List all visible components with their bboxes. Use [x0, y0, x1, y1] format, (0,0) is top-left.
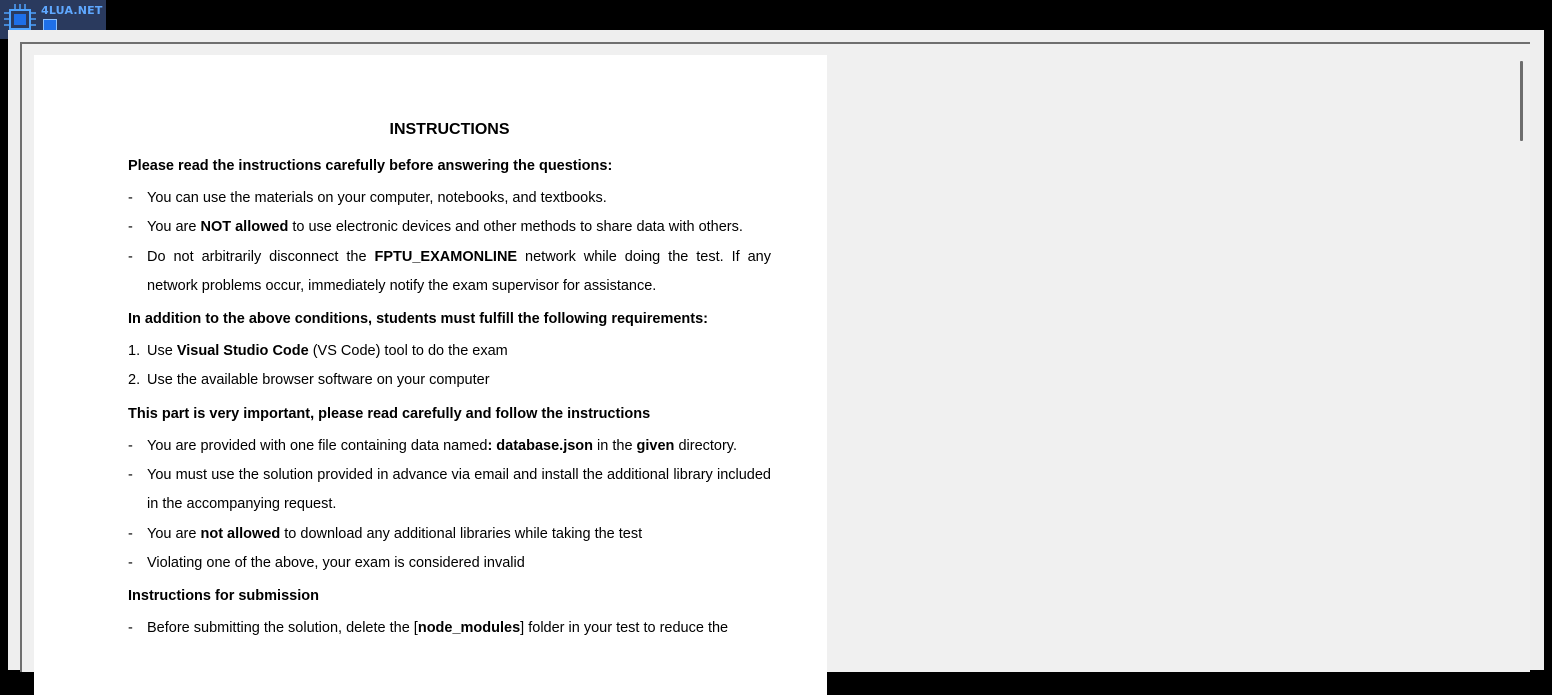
- page-title: INSTRUCTIONS: [389, 121, 510, 138]
- rules-list: - You can use the materials on your comp…: [128, 184, 771, 301]
- important-heading: This part is very important, please read…: [128, 405, 651, 422]
- list-item: - You can use the materials on your comp…: [128, 184, 771, 213]
- document-page: INSTRUCTIONS Please read the instruction…: [34, 55, 827, 695]
- list-marker: -: [128, 620, 133, 637]
- requirements-list: 1. Use Visual Studio Code (VS Code) tool…: [128, 337, 771, 396]
- list-item: - You are provided with one file contain…: [128, 432, 771, 461]
- list-item: - Before submitting the solution, delete…: [128, 614, 771, 643]
- vertical-scrollbar[interactable]: [1516, 48, 1530, 668]
- submission-heading: Instructions for submission: [128, 588, 319, 605]
- list-marker: -: [128, 554, 133, 571]
- intro-heading: Please read the instructions carefully b…: [128, 158, 613, 174]
- submission-list: - Before submitting the solution, delete…: [128, 614, 771, 643]
- list-marker: 1.: [128, 343, 141, 360]
- list-item: - Violating one of the above, your exam …: [128, 549, 771, 578]
- list-marker: -: [128, 437, 133, 454]
- list-marker: -: [128, 248, 133, 265]
- list-marker: 2.: [128, 372, 141, 389]
- list-item: - You are not allowed to download any ad…: [128, 520, 771, 549]
- list-marker: -: [128, 467, 133, 484]
- list-item: - You are NOT allowed to use electronic …: [128, 213, 771, 242]
- list-item: 2. Use the available browser software on…: [128, 366, 771, 395]
- scrollbar-thumb[interactable]: [1520, 61, 1523, 141]
- list-item: 1. Use Visual Studio Code (VS Code) tool…: [128, 337, 771, 366]
- requirements-heading: In addition to the above conditions, stu…: [128, 311, 709, 328]
- list-marker: -: [128, 190, 133, 206]
- list-marker: -: [128, 525, 133, 542]
- page-content: INSTRUCTIONS Please read the instruction…: [128, 120, 771, 652]
- list-item: - You must use the solution provided in …: [128, 461, 771, 520]
- list-item: - Do not arbitrarily disconnect the FPTU…: [128, 243, 771, 302]
- list-marker: -: [128, 219, 133, 236]
- logo-brand-text: 4LUA.NET: [41, 4, 103, 17]
- important-list: - You are provided with one file contain…: [128, 432, 771, 578]
